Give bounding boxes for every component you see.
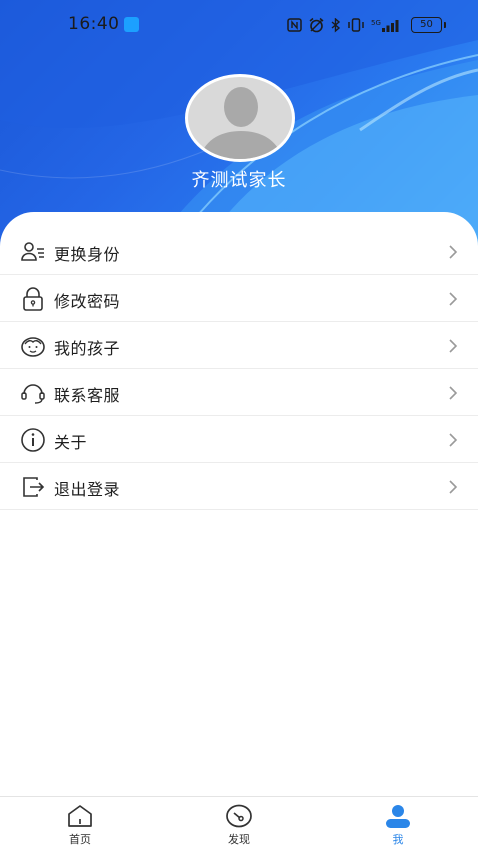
app-notification-icon (124, 17, 139, 32)
nfc-icon (287, 18, 302, 32)
chevron-right-icon (449, 386, 458, 400)
lock-icon (23, 287, 43, 311)
menu-item-change-password[interactable]: 修改密码 (0, 275, 478, 322)
logout-icon (23, 477, 45, 497)
home-icon (68, 805, 92, 827)
tab-label: 首页 (69, 833, 91, 846)
switch-identity-icon (21, 242, 44, 261)
status-icons: 5G (287, 15, 401, 35)
child-face-icon (21, 337, 45, 357)
chevron-right-icon (449, 292, 458, 306)
headset-icon (21, 384, 45, 404)
discover-icon (226, 804, 252, 828)
menu-item-label: 更换身份 (54, 245, 121, 264)
alarm-icon (309, 17, 324, 33)
menu-item-label: 关于 (54, 433, 88, 452)
menu-item-label: 修改密码 (54, 292, 121, 311)
menu-item-my-children[interactable]: 我的孩子 (0, 322, 478, 369)
svg-text:5G: 5G (371, 19, 381, 27)
tab-discover[interactable]: 发现 (189, 797, 289, 850)
tab-label: 发现 (228, 833, 250, 846)
tab-me[interactable]: 我 (348, 797, 448, 850)
chevron-right-icon (449, 245, 458, 259)
menu-item-about[interactable]: 关于 (0, 416, 478, 463)
menu-item-logout[interactable]: 退出登录 (0, 463, 478, 510)
bottom-tab-bar: 首页 发现 我 (0, 796, 478, 850)
battery-indicator: 50 (411, 17, 446, 33)
user-icon (386, 805, 410, 828)
info-icon (21, 428, 45, 452)
tab-label: 我 (392, 833, 404, 846)
menu-item-label: 退出登录 (54, 480, 121, 499)
chevron-right-icon (449, 339, 458, 353)
status-bar: 16:40 5G 50 (0, 0, 478, 50)
menu-item-switch-identity[interactable]: 更换身份 (0, 228, 478, 275)
tab-home[interactable]: 首页 (30, 797, 130, 850)
bluetooth-icon (331, 17, 341, 33)
status-time: 16:40 (68, 14, 120, 34)
menu-item-label: 我的孩子 (54, 339, 121, 358)
chevron-right-icon (449, 480, 458, 494)
settings-menu: 更换身份 修改密码 我的孩子 联系客服 关于 退出登录 (0, 228, 478, 510)
chevron-right-icon (449, 433, 458, 447)
username: 齐测试家长 (191, 170, 287, 191)
5g-signal-icon: 5G (371, 19, 399, 32)
menu-item-customer-service[interactable]: 联系客服 (0, 369, 478, 416)
vibrate-icon (348, 18, 364, 32)
avatar[interactable] (185, 74, 295, 162)
menu-item-label: 联系客服 (54, 386, 121, 405)
